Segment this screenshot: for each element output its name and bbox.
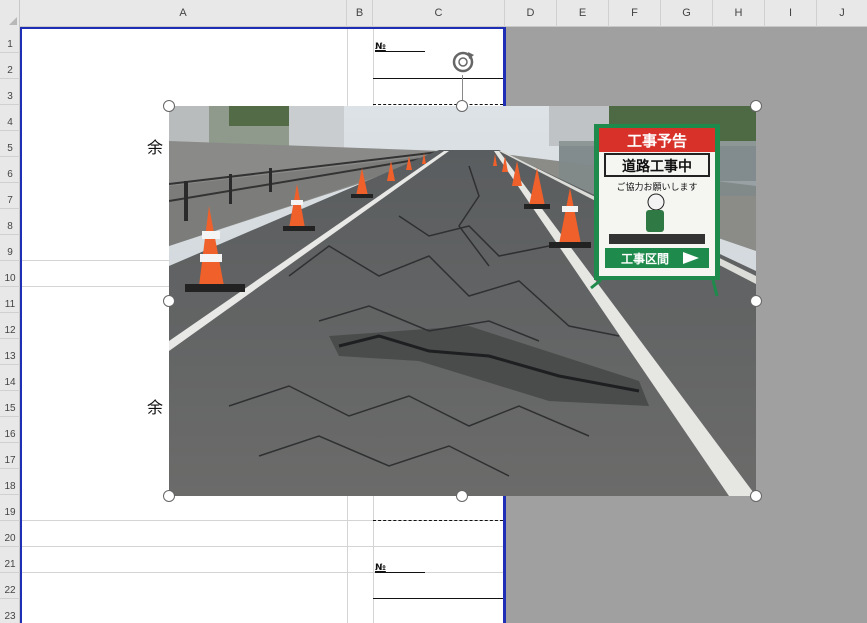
dashed-divider-top	[373, 104, 503, 105]
remaining-label-2: 余	[147, 398, 164, 417]
select-all-corner[interactable]	[0, 0, 20, 27]
row-divider-21-22	[20, 572, 503, 573]
row-header-bar: 1 2 3 4 5 6 7 8 9 10 11 12 13 14 15 16 1…	[0, 27, 20, 623]
sign-header-text: 工事予告	[627, 132, 687, 150]
row-header-20[interactable]: 20	[0, 521, 20, 547]
column-header-b[interactable]: B	[347, 0, 373, 27]
sign-message-text: ご協力お願いします	[616, 181, 697, 193]
cell-underline-row-2	[373, 78, 503, 79]
resize-handle-top-center[interactable]	[456, 100, 468, 112]
column-header-e[interactable]: E	[557, 0, 609, 27]
row-header-6[interactable]: 6	[0, 157, 20, 183]
row-header-4[interactable]: 4	[0, 105, 20, 131]
print-area-border-top	[20, 27, 506, 29]
resize-handle-middle-left[interactable]	[163, 295, 175, 307]
row-header-22[interactable]: 22	[0, 573, 20, 599]
sign-title-text: 道路工事中	[622, 158, 692, 175]
road-photo-illustration: 工事予告 道路工事中 ご協力お願いします 工事区間	[169, 106, 756, 496]
road-construction-photo[interactable]: 工事予告 道路工事中 ご協力お願いします 工事区間	[169, 106, 756, 496]
resize-handle-top-left[interactable]	[163, 100, 175, 112]
resize-handle-bottom-left[interactable]	[163, 490, 175, 502]
row-header-19[interactable]: 19	[0, 495, 20, 521]
row-divider-9-10	[20, 260, 170, 261]
sign-footer-text: 工事区間	[621, 251, 669, 266]
column-header-bar: A B C D E F G H I J	[0, 0, 867, 27]
row-header-3[interactable]: 3	[0, 79, 20, 105]
column-header-f[interactable]: F	[609, 0, 661, 27]
row-header-16[interactable]: 16	[0, 417, 20, 443]
row-header-5[interactable]: 5	[0, 131, 20, 157]
resize-handle-bottom-right[interactable]	[750, 490, 762, 502]
column-header-g[interactable]: G	[661, 0, 713, 27]
column-header-h[interactable]: H	[713, 0, 765, 27]
column-header-j[interactable]: J	[817, 0, 867, 27]
rotation-stem	[462, 75, 463, 100]
no-underline-bottom	[375, 572, 425, 573]
remaining-label-1: 余	[147, 138, 164, 157]
no-underline-top	[375, 51, 425, 52]
row-header-9[interactable]: 9	[0, 235, 20, 261]
column-header-i[interactable]: I	[765, 0, 817, 27]
resize-handle-middle-right[interactable]	[750, 295, 762, 307]
row-header-7[interactable]: 7	[0, 183, 20, 209]
row-header-14[interactable]: 14	[0, 365, 20, 391]
row-divider-10-11	[20, 286, 170, 287]
row-header-12[interactable]: 12	[0, 313, 20, 339]
row-header-21[interactable]: 21	[0, 547, 20, 573]
row-header-2[interactable]: 2	[0, 53, 20, 79]
cell-underline-row-22	[373, 598, 503, 599]
row-header-15[interactable]: 15	[0, 391, 20, 417]
row-header-11[interactable]: 11	[0, 287, 20, 313]
resize-handle-top-right[interactable]	[750, 100, 762, 112]
column-header-a[interactable]: A	[20, 0, 347, 27]
row-header-17[interactable]: 17	[0, 443, 20, 469]
column-header-d[interactable]: D	[505, 0, 557, 27]
resize-handle-bottom-center[interactable]	[456, 490, 468, 502]
row-divider-20-21	[20, 546, 503, 547]
print-area-border-left	[20, 27, 22, 623]
row-header-10[interactable]: 10	[0, 261, 20, 287]
construction-sign: 工事予告 道路工事中 ご協力お願いします 工事区間	[590, 124, 720, 297]
row-header-18[interactable]: 18	[0, 469, 20, 495]
column-header-c[interactable]: C	[373, 0, 505, 27]
dashed-divider-bottom	[373, 520, 503, 521]
row-header-1[interactable]: 1	[0, 27, 20, 53]
row-header-13[interactable]: 13	[0, 339, 20, 365]
row-header-23[interactable]: 23	[0, 599, 20, 623]
rotate-handle-icon[interactable]	[450, 49, 476, 75]
row-header-8[interactable]: 8	[0, 209, 20, 235]
